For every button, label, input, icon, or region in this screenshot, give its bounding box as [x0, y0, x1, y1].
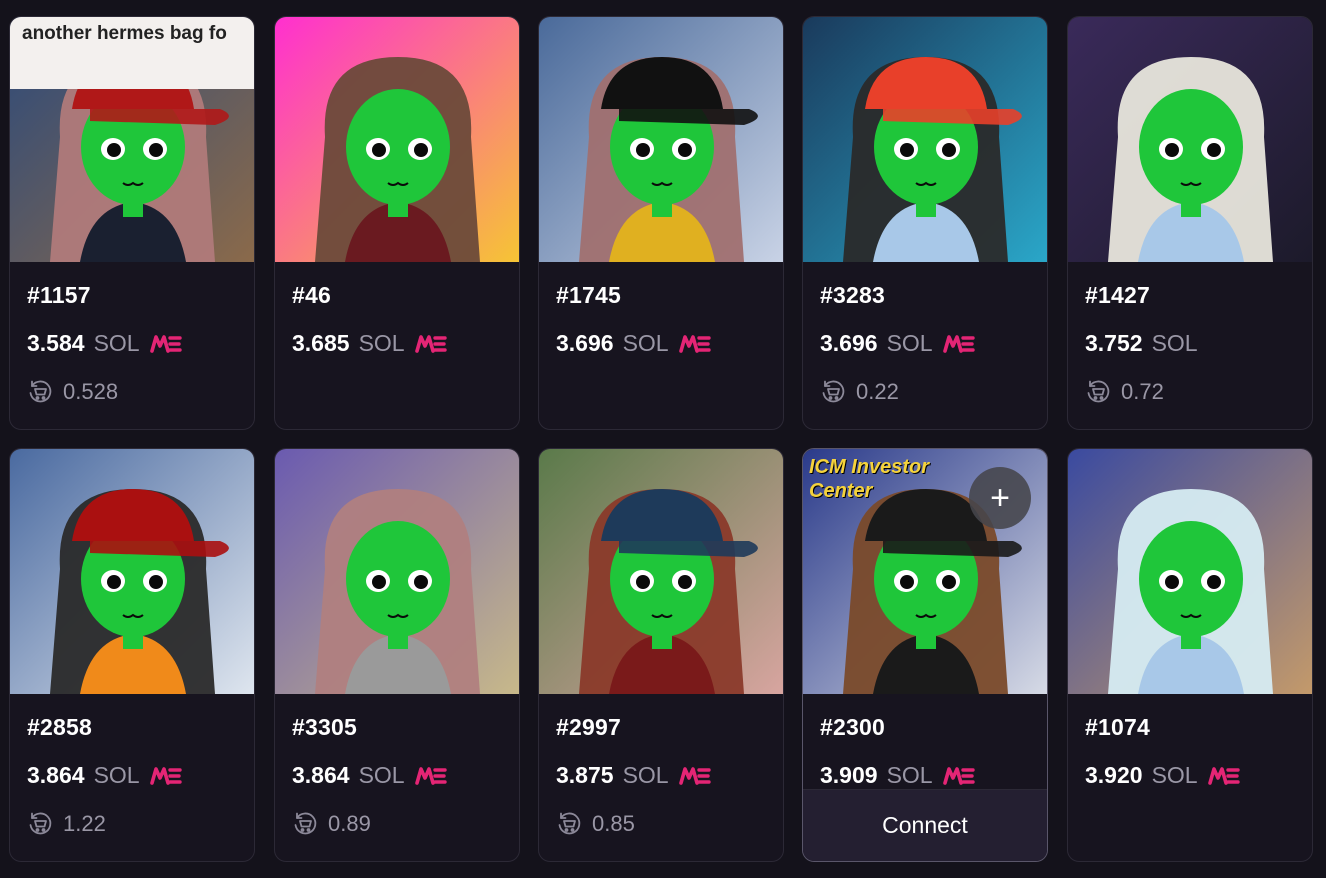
- nft-card[interactable]: #1427 3.752 SOL 0.72: [1067, 16, 1313, 430]
- nft-price: 3.696 SOL: [820, 330, 975, 357]
- top-offer: 0.22: [820, 379, 899, 405]
- nft-card[interactable]: #3283 3.696 SOL 0.22: [802, 16, 1048, 430]
- nft-name: #1074: [1085, 714, 1150, 740]
- nft-price: 3.909 SOL: [820, 762, 975, 789]
- nft-price: 3.584 SOL: [27, 330, 182, 357]
- nft-name: #2997: [556, 714, 621, 740]
- nft-card[interactable]: #2997 3.875 SOL 0.85: [538, 448, 784, 862]
- nft-card[interactable]: #1745 3.696 SOL: [538, 16, 784, 430]
- magic-eden-icon: [149, 334, 182, 354]
- add-to-cart-button[interactable]: +: [969, 467, 1031, 529]
- nft-card[interactable]: #2858 3.864 SOL 1.22: [9, 448, 255, 862]
- nft-price: 3.864 SOL: [292, 762, 447, 789]
- nft-image: [1068, 449, 1312, 694]
- magic-eden-icon: [1207, 766, 1240, 786]
- nft-image: [275, 17, 519, 262]
- nft-image: another hermes bag fo: [10, 17, 254, 262]
- magic-eden-icon: [678, 766, 711, 786]
- image-caption: another hermes bag fo: [10, 17, 254, 89]
- nft-name: #1427: [1085, 282, 1150, 308]
- magic-eden-icon: [678, 334, 711, 354]
- connect-button[interactable]: Connect: [803, 789, 1047, 861]
- nft-price: 3.864 SOL: [27, 762, 182, 789]
- nft-card[interactable]: #1074 3.920 SOL: [1067, 448, 1313, 862]
- top-offer: 0.89: [292, 811, 371, 837]
- nft-price: 3.685 SOL: [292, 330, 447, 357]
- nft-image: ICM Investor Center +: [803, 449, 1047, 694]
- magic-eden-icon: [414, 334, 447, 354]
- nft-name: #3305: [292, 714, 357, 740]
- nft-price: 3.696 SOL: [556, 330, 711, 357]
- top-offer: 0.85: [556, 811, 635, 837]
- cart-refresh-icon: [1085, 379, 1111, 405]
- nft-card[interactable]: #46 3.685 SOL: [274, 16, 520, 430]
- nft-card[interactable]: another hermes bag fo #1157 3.584 SOL 0.5…: [9, 16, 255, 430]
- magic-eden-icon: [149, 766, 182, 786]
- nft-name: #1745: [556, 282, 621, 308]
- magic-eden-icon: [942, 766, 975, 786]
- magic-eden-icon: [942, 334, 975, 354]
- nft-card[interactable]: ICM Investor Center + #2300 3.909 SOL Con…: [802, 448, 1048, 862]
- cart-refresh-icon: [27, 811, 53, 837]
- nft-name: #2300: [820, 714, 885, 740]
- nft-price: 3.920 SOL: [1085, 762, 1240, 789]
- cart-refresh-icon: [556, 811, 582, 837]
- cart-refresh-icon: [292, 811, 318, 837]
- top-offer: 0.72: [1085, 379, 1164, 405]
- nft-card[interactable]: #3305 3.864 SOL 0.89: [274, 448, 520, 862]
- nft-name: #3283: [820, 282, 885, 308]
- nft-image: [10, 449, 254, 694]
- nft-image: [539, 17, 783, 262]
- top-offer: 0.528: [27, 379, 118, 405]
- image-caption: ICM Investor Center: [809, 456, 930, 502]
- plus-icon: +: [990, 479, 1010, 517]
- nft-name: #1157: [27, 282, 91, 308]
- cart-refresh-icon: [27, 379, 53, 405]
- nft-name: #46: [292, 282, 331, 308]
- top-offer: 1.22: [27, 811, 106, 837]
- cart-refresh-icon: [820, 379, 846, 405]
- nft-image: [1068, 17, 1312, 262]
- nft-price: 3.752 SOL: [1085, 330, 1198, 356]
- nft-image: [539, 449, 783, 694]
- nft-price: 3.875 SOL: [556, 762, 711, 789]
- nft-image: [803, 17, 1047, 262]
- nft-grid: another hermes bag fo #1157 3.584 SOL 0.5…: [0, 0, 1326, 878]
- magic-eden-icon: [414, 766, 447, 786]
- nft-image: [275, 449, 519, 694]
- nft-name: #2858: [27, 714, 92, 740]
